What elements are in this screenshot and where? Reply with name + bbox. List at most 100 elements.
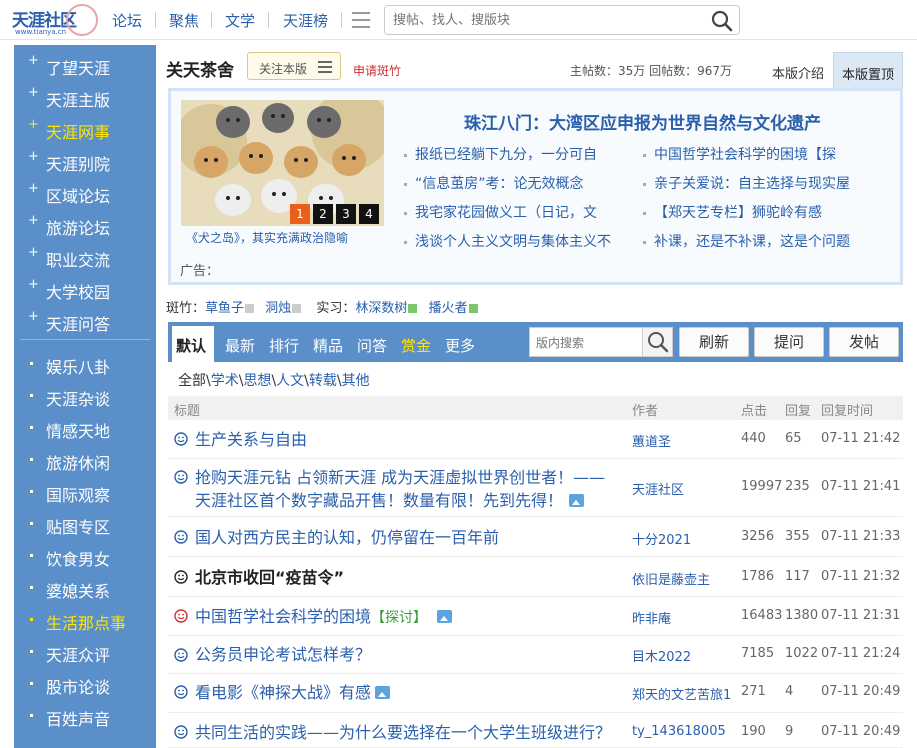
follow-board-button[interactable]: 关注本版 [247, 52, 341, 80]
thread-author[interactable]: 目木2022 [632, 646, 736, 665]
board-search-input[interactable] [536, 334, 636, 352]
featured-headline[interactable]: 珠江八门：大湾区应申报为世界自然与文化遗产 [464, 109, 821, 134]
thread-author[interactable]: 十分2021 [632, 529, 736, 548]
new-post-button[interactable]: 发帖 [829, 327, 899, 357]
sidebar-item[interactable]: 婆媳关系 [14, 572, 156, 604]
featured-link[interactable]: 报纸已经躺下九分，一分可自 [404, 144, 636, 164]
sidebar-item-label: 旅游休闲 [46, 454, 111, 473]
site-logo[interactable]: 天涯社区 www.tianya.cn [12, 4, 98, 36]
featured-link[interactable]: 【郑天艺专栏】狮驼岭有感 [643, 202, 875, 222]
thread-title[interactable]: 中国哲学社会科学的困境【探讨】 [195, 605, 453, 630]
thread-title[interactable]: 生产关系与自由 [195, 428, 307, 451]
thread-author[interactable]: 郑天的文艺苦旅1 [632, 684, 736, 703]
thread-author[interactable]: 依旧是藤壶主 [632, 569, 736, 588]
thread-title[interactable]: 北京市收回“疫苗令” [195, 566, 344, 589]
table-row[interactable]: 北京市收回“疫苗令” 依旧是藤壶主 1786 117 07-11 21:32 [168, 557, 903, 597]
sidebar-item[interactable]: 饮食男女 [14, 540, 156, 572]
category-thought[interactable]: 思想 [243, 373, 271, 389]
thread-clicks: 19997 [741, 479, 783, 494]
thread-title[interactable]: 公务员申论考试怎样考？ [195, 643, 371, 666]
featured-link[interactable]: “信息茧房”考：论无效概念 [404, 173, 636, 193]
sidebar-item[interactable]: + 天涯别院 [14, 145, 156, 177]
nav-literature[interactable]: 文学 [225, 10, 255, 31]
nav-focus[interactable]: 聚焦 [169, 10, 199, 31]
refresh-button[interactable]: 刷新 [679, 327, 749, 357]
sidebar-item[interactable]: + 了望天涯 [14, 49, 156, 81]
search-input[interactable] [393, 11, 693, 29]
tab-board-pinned[interactable]: 本版置顶 [833, 52, 903, 88]
tab-default[interactable]: 默认 [172, 326, 214, 362]
sidebar-item[interactable]: + 天涯问答 [14, 305, 156, 337]
sidebar-item[interactable]: 天涯杂谈 [14, 380, 156, 412]
featured-link[interactable]: 亲子关爱说：自主选择与现实屋 [643, 173, 875, 193]
tab-qa[interactable]: 问答 [357, 335, 387, 356]
sidebar-item[interactable]: 情感天地 [14, 412, 156, 444]
featured-caption[interactable]: 《犬之岛》，其实充满政治隐喻 [186, 229, 348, 246]
ask-button[interactable]: 提问 [754, 327, 824, 357]
category-all[interactable]: 全部 [178, 373, 206, 389]
sidebar-item[interactable]: 娱乐八卦 [14, 348, 156, 380]
sidebar-item[interactable]: + 职业交流 [14, 241, 156, 273]
category-repost[interactable]: 转载 [309, 373, 337, 389]
tab-latest[interactable]: 最新 [225, 335, 255, 356]
thread-author[interactable]: 昨非庵 [632, 608, 736, 627]
sidebar-item[interactable]: 天涯众评 [14, 636, 156, 668]
carousel-page-3[interactable]: 3 [336, 204, 356, 224]
featured-link[interactable]: 我宅家花园做义工（日记，文 [404, 202, 636, 222]
thread-title[interactable]: 国人对西方民主的认知，仍停留在一百年前 [195, 526, 499, 549]
nav-forum[interactable]: 论坛 [112, 10, 142, 31]
col-reply-time: 回复时间 [821, 404, 874, 419]
sidebar-item[interactable]: 国际观察 [14, 476, 156, 508]
moderator-link[interactable]: 洞烛 [265, 301, 291, 316]
sidebar-item-active[interactable]: + 天涯网事 [14, 113, 156, 145]
table-row[interactable]: 共同生活的实践——为什么要选择在一个大学生班级进行？ ty_143618005 … [168, 713, 903, 748]
carousel-page-1[interactable]: 1 [290, 204, 310, 224]
thread-clicks: 190 [741, 724, 766, 739]
category-academic[interactable]: 学术 [211, 373, 239, 389]
category-humanities[interactable]: 人文 [276, 373, 304, 389]
thread-replies: 4 [785, 684, 794, 699]
sidebar-item[interactable]: 贴图专区 [14, 508, 156, 540]
sidebar-item[interactable]: 百姓声音 [14, 700, 156, 732]
featured-link[interactable]: 浅谈个人主义文明与集体主义不 [404, 231, 636, 251]
thread-author[interactable]: 蕙道圣 [632, 431, 736, 450]
table-row[interactable]: 看电影《神探大战》有感 郑天的文艺苦旅1 271 4 07-11 20:49 [168, 674, 903, 713]
table-row[interactable]: 公务员申论考试怎样考？ 目木2022 7185 1022 07-11 21:24 [168, 636, 903, 674]
moderator-link[interactable]: 草鱼子 [205, 301, 244, 316]
thread-title[interactable]: 看电影《神探大战》有感 [195, 681, 391, 704]
tab-ranking[interactable]: 排行 [269, 335, 299, 356]
intern-moderator-link[interactable]: 林深数树 [355, 301, 407, 316]
sidebar-item[interactable]: 股市论谈 [14, 668, 156, 700]
sidebar-item[interactable]: 旅游休闲 [14, 444, 156, 476]
search-icon[interactable] [711, 10, 733, 32]
board-tabs: 本版介绍 本版置顶 [764, 52, 903, 88]
sidebar-item[interactable]: + 旅游论坛 [14, 209, 156, 241]
category-other[interactable]: 其他 [342, 373, 370, 389]
carousel-page-2[interactable]: 2 [313, 204, 333, 224]
menu-icon[interactable] [352, 12, 370, 28]
thread-title[interactable]: 抢购天涯元钻 占领新天涯 成为天涯虚拟世界创世者！—— 天涯社区首个数字藏品开售！… [195, 466, 605, 512]
carousel-page-4[interactable]: 4 [359, 204, 379, 224]
board-title: 关天茶舍 [166, 61, 234, 81]
sidebar-item[interactable]: + 天涯主版 [14, 81, 156, 113]
featured-link[interactable]: 中国哲学社会科学的困境【探 [643, 144, 875, 164]
tab-essence[interactable]: 精品 [313, 335, 343, 356]
table-row[interactable]: 国人对西方民主的认知，仍停留在一百年前 十分2021 3256 355 07-1… [168, 517, 903, 557]
nav-ranking[interactable]: 天涯榜 [283, 10, 328, 31]
tab-bounty[interactable]: 赏金 [401, 335, 431, 356]
tab-more[interactable]: 更多 [445, 335, 475, 356]
thread-author[interactable]: ty_143618005 [632, 724, 736, 739]
table-row[interactable]: 抢购天涯元钻 占领新天涯 成为天涯虚拟世界创世者！—— 天涯社区首个数字藏品开售！… [168, 459, 903, 517]
table-row[interactable]: 中国哲学社会科学的困境【探讨】 昨非庵 16483 1380 07-11 21:… [168, 597, 903, 636]
featured-link[interactable]: 补课，还是不补课，这是个问题 [643, 231, 875, 251]
board-search-button[interactable] [642, 328, 672, 356]
thread-title[interactable]: 共同生活的实践——为什么要选择在一个大学生班级进行？ [195, 721, 611, 744]
sidebar-item[interactable]: + 大学校园 [14, 273, 156, 305]
apply-moderator-link[interactable]: 申请斑竹 [353, 62, 401, 79]
tab-board-intro[interactable]: 本版介绍 [764, 52, 833, 88]
sidebar-item[interactable]: + 区域论坛 [14, 177, 156, 209]
table-row[interactable]: 生产关系与自由 蕙道圣 440 65 07-11 21:42 [168, 420, 903, 459]
thread-author[interactable]: 天涯社区 [632, 479, 736, 498]
sidebar-item-active[interactable]: 生活那点事 [14, 604, 156, 636]
intern-moderator-link[interactable]: 播火者 [429, 301, 468, 316]
